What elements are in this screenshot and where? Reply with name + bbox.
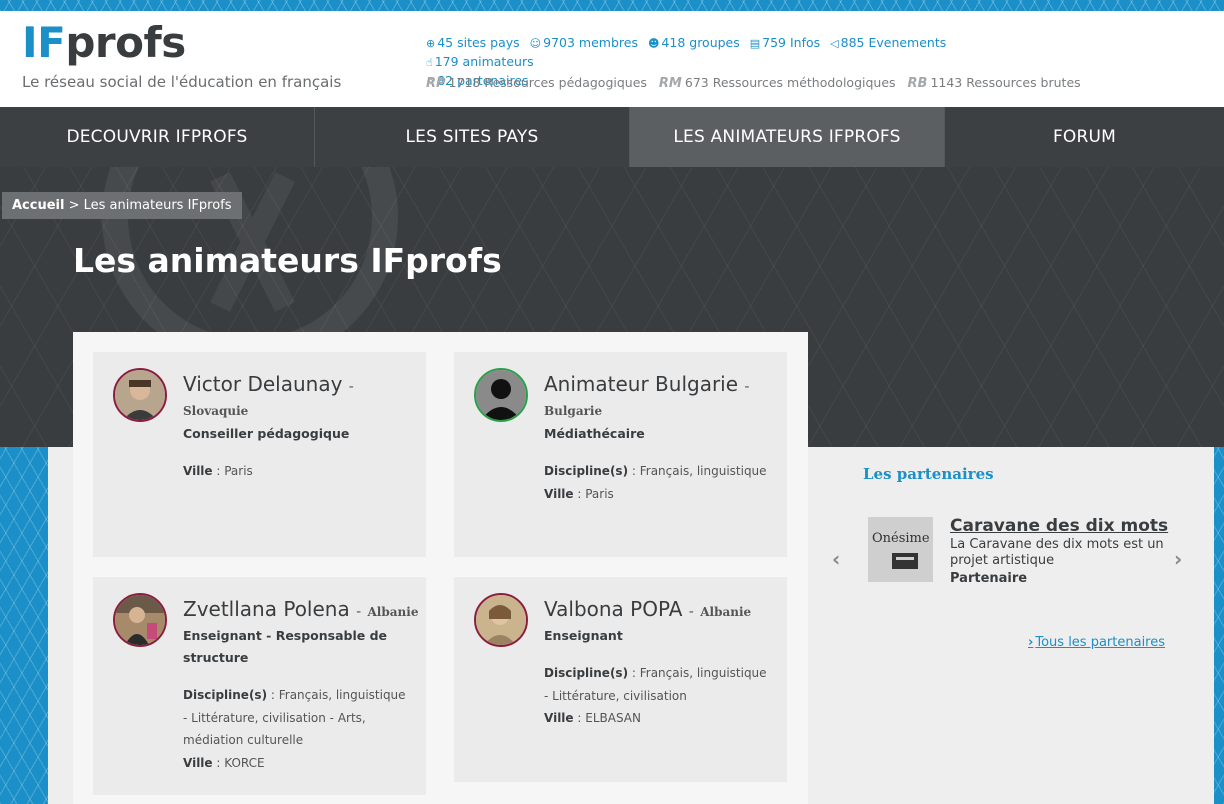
rp-icon: RP (426, 76, 446, 91)
stat-infos[interactable]: ▤ 759 Infos (750, 35, 820, 50)
animator-name[interactable]: Zvetllana Polena - Albanie (183, 597, 418, 621)
chevron-right-icon: › (1028, 635, 1034, 650)
site-header: IFprofs Le réseau social de l'éducation … (0, 11, 1224, 107)
ifprofs-logo[interactable]: IFprofs (22, 21, 186, 65)
animator-name[interactable]: Valbona POPA - Albanie (544, 597, 751, 621)
rm-icon: RM (658, 76, 682, 91)
top-pattern-strip (0, 0, 1224, 11)
animator-role: Médiathécaire (544, 426, 645, 441)
animator-country: Albanie (367, 605, 419, 619)
logo-profs: profs (65, 18, 186, 67)
partner-image[interactable]: Onésime (868, 517, 933, 582)
megaphone-icon: ◁ (830, 37, 839, 50)
nav-sites-pays[interactable]: LES SITES PAYS (315, 107, 630, 167)
resource-rb[interactable]: RB 1143 Ressources brutes (907, 75, 1081, 91)
name-separator: - (348, 379, 354, 395)
animator-name[interactable]: Victor Delaunay - (183, 372, 354, 396)
nav-decouvrir[interactable]: DECOUVRIR IFPROFS (0, 107, 315, 167)
thumbs-up-icon: ☝ (426, 56, 433, 69)
name-separator: - (744, 379, 750, 395)
animator-card[interactable]: Animateur Bulgarie - Bulgarie Médiathéca… (454, 352, 787, 557)
avatar (113, 368, 167, 422)
partner-type: Partenaire (950, 571, 1028, 586)
group-icon: ☻ (647, 37, 660, 50)
animator-info: Discipline(s) : Français, linguistique -… (544, 662, 774, 730)
partner-name[interactable]: Caravane des dix mots (950, 516, 1168, 536)
animator-card[interactable]: Zvetllana Polena - Albanie Enseignant - … (93, 577, 426, 795)
stat-groupes[interactable]: ☻ 418 groupes (648, 35, 740, 50)
user-icon: ☺ (529, 37, 542, 50)
stat-evenements[interactable]: ◁ 885 Evenements (830, 35, 946, 50)
rb-icon: RB (907, 76, 928, 91)
avatar (474, 368, 528, 422)
all-partners-link[interactable]: › Tous les partenaires (1028, 635, 1165, 650)
ville-row: Ville : Paris (183, 464, 253, 478)
resource-rm[interactable]: RM 673 Ressources méthodologiques (658, 75, 896, 91)
animator-card[interactable]: Victor Delaunay - Slovaquie Conseiller p… (93, 352, 426, 557)
tagline: Le réseau social de l'éducation en franç… (22, 73, 342, 91)
animator-role: Enseignant (544, 628, 623, 643)
chat-icon: ▤ (749, 37, 761, 50)
resources-stats: RP 1718 Ressources pédagogiques RM 673 Res… (426, 75, 1089, 91)
avatar (474, 593, 528, 647)
animator-card[interactable]: Valbona POPA - Albanie Enseignant Discip… (454, 577, 787, 782)
stat-animateurs[interactable]: ☝ 179 animateurs (426, 54, 534, 69)
ville-row: Ville : Paris (544, 486, 614, 501)
animator-country: Slovaquie (183, 404, 249, 418)
partner-logo: Onésime (868, 517, 933, 582)
page-title: Les animateurs IFprofs (73, 241, 502, 280)
nav-animateurs[interactable]: LES ANIMATEURS IFPROFS (630, 107, 945, 167)
nav-forum[interactable]: FORUM (945, 107, 1224, 167)
animator-info: Ville : Paris (183, 460, 413, 483)
animator-name[interactable]: Animateur Bulgarie - (544, 372, 749, 396)
animator-role: Enseignant - Responsable de structure (183, 628, 388, 665)
globe-icon: ⊕ (426, 37, 436, 50)
breadcrumb-current: Les animateurs IFprofs (83, 198, 232, 213)
main-nav: DECOUVRIR IFPROFS LES SITES PAYS LES ANI… (0, 107, 1224, 167)
animators-list: Victor Delaunay - Slovaquie Conseiller p… (73, 332, 808, 804)
animator-info: Discipline(s) : Français, linguistique V… (544, 460, 774, 505)
breadcrumb: Accueil > Les animateurs IFprofs (2, 192, 242, 219)
breadcrumb-home[interactable]: Accueil (12, 198, 64, 213)
animator-country: Albanie (700, 605, 752, 619)
stat-membres[interactable]: ☺ 9703 membres (530, 35, 638, 50)
partner-description: La Caravane des dix mots est un projet a… (950, 537, 1164, 568)
carousel-prev-arrow-icon[interactable]: ‹ (832, 547, 840, 571)
name-separator: - (688, 604, 694, 620)
resource-rp[interactable]: RP 1718 Ressources pédagogiques (426, 75, 647, 91)
name-separator: - (356, 604, 362, 620)
carousel-next-arrow-icon[interactable]: › (1174, 547, 1182, 571)
animator-country: Bulgarie (544, 404, 603, 418)
partners-title: Les partenaires (863, 465, 994, 483)
ville-row: Ville : KORCE (183, 755, 265, 770)
svg-text:Onésime: Onésime (872, 531, 930, 546)
animator-role: Conseiller pédagogique (183, 426, 350, 441)
avatar (113, 593, 167, 647)
logo-if: IF (22, 18, 66, 67)
discipline-row: Discipline(s) : Français, linguistique (544, 464, 767, 478)
discipline-row: Discipline(s) : Français, linguistique -… (183, 688, 406, 747)
discipline-row: Discipline(s) : Français, linguistique -… (544, 666, 767, 703)
breadcrumb-separator: > (64, 198, 84, 213)
animator-info: Discipline(s) : Français, linguistique -… (183, 684, 413, 774)
ville-row: Ville : ELBASAN (544, 711, 641, 725)
stat-sites-pays[interactable]: ⊕ 45 sites pays (426, 35, 520, 50)
